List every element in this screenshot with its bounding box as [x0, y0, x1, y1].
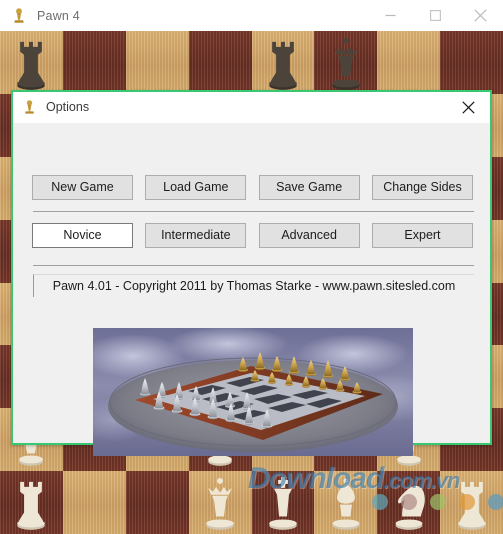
difficulty-advanced-button[interactable]: Advanced — [258, 223, 360, 248]
options-dialog: Options New Game Load Game Save Game Cha… — [11, 90, 492, 456]
white-knight-piece[interactable] — [385, 476, 432, 531]
load-game-button[interactable]: Load Game — [145, 175, 247, 200]
board-square[interactable] — [0, 31, 63, 94]
dialog-title-bar[interactable]: Options — [13, 92, 490, 123]
board-square[interactable] — [314, 471, 378, 534]
white-rook-piece[interactable] — [448, 476, 495, 531]
board-square[interactable] — [0, 471, 63, 534]
difficulty-expert-button[interactable]: Expert — [371, 223, 473, 248]
separator-bottom — [33, 265, 474, 266]
white-king-piece[interactable] — [260, 476, 307, 531]
black-rook-piece[interactable] — [8, 36, 55, 91]
close-icon[interactable] — [458, 0, 503, 31]
board-square[interactable] — [62, 471, 126, 534]
copyright-panel: Pawn 4.01 - Copyright 2011 by Thomas Sta… — [33, 274, 474, 297]
board-square[interactable] — [377, 31, 441, 94]
white-bishop-piece[interactable] — [323, 476, 370, 531]
new-game-button[interactable]: New Game — [32, 175, 133, 200]
window-controls — [368, 0, 503, 31]
action-button-row: New Game Load Game Save Game Change Side… — [32, 175, 473, 200]
minimize-icon[interactable] — [368, 0, 413, 31]
chess-board-preview-image — [93, 328, 413, 456]
dialog-body: New Game Load Game Save Game Change Side… — [13, 123, 490, 456]
copyright-text: Pawn 4.01 - Copyright 2011 by Thomas Sta… — [52, 279, 456, 293]
difficulty-intermediate-button[interactable]: Intermediate — [145, 223, 247, 248]
application-window: Download.com.vn Pawn 4 Options New Game … — [0, 0, 503, 534]
difficulty-button-row: Novice Intermediate Advanced Expert — [32, 223, 473, 248]
board-square[interactable] — [440, 31, 503, 94]
board-square[interactable] — [125, 471, 189, 534]
board-square[interactable] — [314, 31, 378, 94]
maximize-icon[interactable] — [413, 0, 458, 31]
board-square[interactable] — [251, 31, 315, 94]
main-window-title: Pawn 4 — [37, 8, 80, 23]
board-square[interactable] — [62, 31, 126, 94]
separator-top — [33, 211, 474, 212]
board-square[interactable] — [377, 471, 441, 534]
difficulty-novice-button[interactable]: Novice — [32, 223, 133, 248]
white-rook-piece[interactable] — [8, 476, 55, 531]
black-queen-piece[interactable] — [323, 36, 370, 91]
board-square[interactable] — [440, 471, 503, 534]
board-square[interactable] — [188, 471, 252, 534]
board-square[interactable] — [188, 31, 252, 94]
change-sides-button[interactable]: Change Sides — [371, 175, 473, 200]
pawn-icon — [10, 7, 28, 25]
pawn-icon — [21, 99, 38, 116]
board-square[interactable] — [125, 31, 189, 94]
close-icon[interactable] — [446, 92, 490, 122]
white-queen-piece[interactable] — [197, 476, 244, 531]
main-title-bar[interactable]: Pawn 4 — [0, 0, 503, 31]
black-rook-piece[interactable] — [260, 36, 307, 91]
save-game-button[interactable]: Save Game — [258, 175, 360, 200]
dialog-title: Options — [46, 100, 90, 114]
board-square[interactable] — [251, 471, 315, 534]
